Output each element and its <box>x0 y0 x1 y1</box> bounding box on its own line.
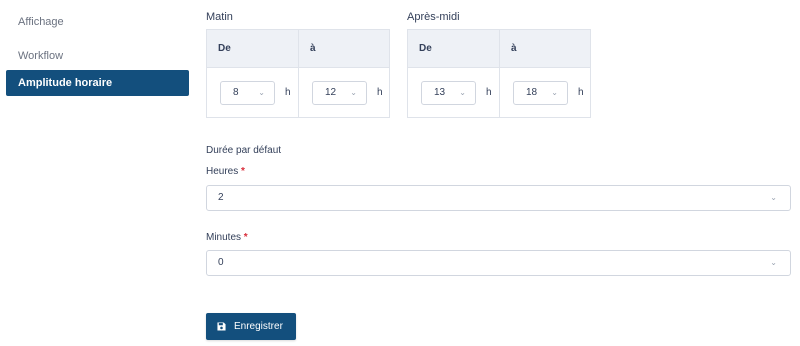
sidebar-item-affichage[interactable]: Affichage <box>6 9 189 35</box>
afternoon-from-select[interactable]: 13 ⌄ <box>421 81 476 105</box>
afternoon-to-unit: h <box>578 87 584 98</box>
afternoon-table: De 13 ⌄ h à 18 ⌄ h <box>407 29 591 118</box>
morning-from-unit: h <box>285 87 291 98</box>
hours-label-text: Heures <box>206 166 239 177</box>
minutes-label: Minutes * <box>206 232 248 243</box>
morning-title: Matin <box>206 11 233 23</box>
morning-from-select[interactable]: 8 ⌄ <box>220 81 275 105</box>
afternoon-to-header: à <box>500 30 590 68</box>
morning-to-header: à <box>299 30 389 68</box>
minutes-value: 0 <box>218 257 224 268</box>
required-marker: * <box>243 232 248 243</box>
morning-table: De 8 ⌄ h à 12 ⌄ h <box>206 29 390 118</box>
hours-label: Heures * <box>206 166 245 177</box>
afternoon-title: Après-midi <box>407 11 460 23</box>
morning-from-column: De 8 ⌄ h <box>207 30 298 117</box>
hours-value: 2 <box>218 192 224 203</box>
chevron-down-icon: ⌄ <box>459 88 466 97</box>
save-button-label: Enregistrer <box>234 321 283 332</box>
minutes-label-text: Minutes <box>206 232 242 243</box>
save-button[interactable]: Enregistrer <box>206 313 296 340</box>
afternoon-from-value: 13 <box>434 87 446 98</box>
default-duration-title: Durée par défaut <box>206 145 282 156</box>
sidebar-item-amplitude-horaire[interactable]: Amplitude horaire <box>6 70 189 96</box>
chevron-down-icon: ⌄ <box>551 88 558 97</box>
afternoon-to-value: 18 <box>526 87 538 98</box>
minutes-select[interactable]: 0 ⌄ <box>206 250 791 276</box>
morning-to-unit: h <box>377 87 383 98</box>
afternoon-from-header: De <box>408 30 499 68</box>
sidebar-item-workflow[interactable]: Workflow <box>6 43 189 69</box>
afternoon-to-column: à 18 ⌄ h <box>499 30 590 117</box>
chevron-down-icon: ⌄ <box>770 193 777 202</box>
chevron-down-icon: ⌄ <box>258 88 265 97</box>
afternoon-to-select[interactable]: 18 ⌄ <box>513 81 568 105</box>
afternoon-from-unit: h <box>486 87 492 98</box>
morning-to-column: à 12 ⌄ h <box>298 30 389 117</box>
morning-from-header: De <box>207 30 298 68</box>
afternoon-from-column: De 13 ⌄ h <box>408 30 499 117</box>
required-marker: * <box>241 166 245 177</box>
morning-to-value: 12 <box>325 87 337 98</box>
hours-select[interactable]: 2 ⌄ <box>206 185 791 211</box>
floppy-disk-icon <box>217 322 226 331</box>
sidebar: Affichage Workflow Amplitude horaire <box>6 9 189 96</box>
chevron-down-icon: ⌄ <box>770 258 777 267</box>
morning-from-value: 8 <box>233 87 239 98</box>
chevron-down-icon: ⌄ <box>350 88 357 97</box>
morning-to-select[interactable]: 12 ⌄ <box>312 81 367 105</box>
